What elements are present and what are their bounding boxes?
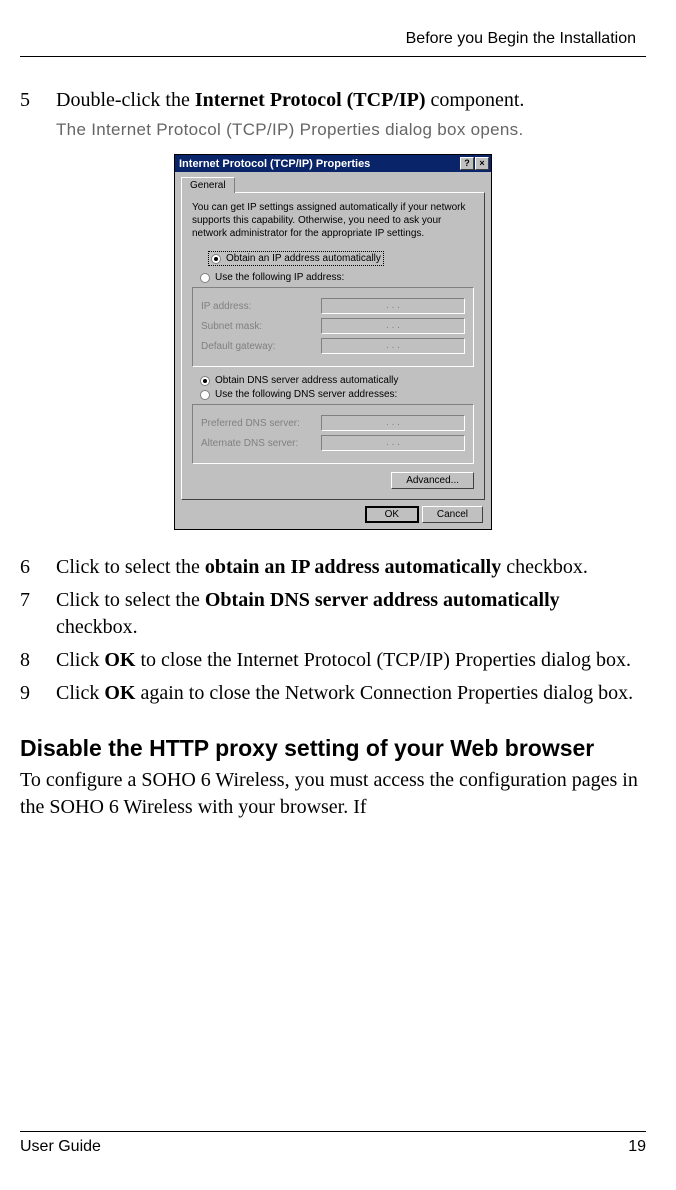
cancel-button[interactable]: Cancel <box>422 506 483 523</box>
step-text: Click to select the obtain an IP address… <box>56 554 646 581</box>
close-button[interactable]: × <box>475 157 489 170</box>
input-preferred-dns: . . . <box>321 415 465 431</box>
bold-term: Internet Protocol (TCP/IP) <box>195 89 426 111</box>
step-number: 9 <box>20 680 56 707</box>
page-header: Before you Begin the Installation <box>20 30 646 56</box>
input-ip-address: . . . <box>321 298 465 314</box>
step-number: 6 <box>20 554 56 581</box>
text: Click <box>56 649 104 671</box>
step-text: Click to select the Obtain DNS server ad… <box>56 587 646 641</box>
label-default-gateway: Default gateway: <box>201 341 321 352</box>
radio-icon <box>200 273 210 283</box>
radio-icon <box>200 390 210 400</box>
radio-use-following-dns[interactable]: Use the following DNS server addresses: <box>200 389 474 400</box>
dialog-figure: Internet Protocol (TCP/IP) Properties ? … <box>20 154 646 530</box>
tcpip-properties-dialog: Internet Protocol (TCP/IP) Properties ? … <box>174 154 492 530</box>
help-button[interactable]: ? <box>460 157 474 170</box>
step-9: 9 Click OK again to close the Network Co… <box>20 680 646 707</box>
text: component. <box>426 89 525 111</box>
footer-page-number: 19 <box>628 1138 646 1156</box>
text: Double-click the <box>56 89 195 111</box>
ok-button[interactable]: OK <box>365 506 419 523</box>
radio-label: Use the following DNS server addresses: <box>215 389 397 400</box>
step-6: 6 Click to select the obtain an IP addre… <box>20 554 646 581</box>
radio-obtain-ip-auto[interactable]: Obtain an IP address automatically <box>208 251 384 266</box>
radio-use-following-ip[interactable]: Use the following IP address: <box>200 272 474 283</box>
dns-group: Preferred DNS server: . . . Alternate DN… <box>192 404 474 464</box>
dialog-titlebar: Internet Protocol (TCP/IP) Properties ? … <box>175 155 491 172</box>
bold-term: obtain an IP address automatically <box>205 556 501 578</box>
step-number: 8 <box>20 647 56 674</box>
input-alternate-dns: . . . <box>321 435 465 451</box>
step-number: 5 <box>20 87 56 114</box>
step-7: 7 Click to select the Obtain DNS server … <box>20 587 646 641</box>
step-text: Double-click the Internet Protocol (TCP/… <box>56 87 646 114</box>
page-footer: User Guide 19 <box>20 1131 646 1156</box>
step-number: 7 <box>20 587 56 641</box>
text: checkbox. <box>56 616 138 638</box>
dialog-title: Internet Protocol (TCP/IP) Properties <box>179 158 459 170</box>
step-text: Click OK to close the Internet Protocol … <box>56 647 646 674</box>
radio-label: Obtain DNS server address automatically <box>215 375 398 386</box>
text: Click to select the <box>56 589 205 611</box>
radio-icon <box>200 376 210 386</box>
text: again to close the Network Connection Pr… <box>135 682 633 704</box>
radio-obtain-dns-auto[interactable]: Obtain DNS server address automatically <box>200 375 474 386</box>
step-5-note: The Internet Protocol (TCP/IP) Propertie… <box>56 120 646 140</box>
text: to close the Internet Protocol (TCP/IP) … <box>135 649 630 671</box>
label-ip-address: IP address: <box>201 301 321 312</box>
text: checkbox. <box>501 556 588 578</box>
bold-term: OK <box>104 682 135 704</box>
step-8: 8 Click OK to close the Internet Protoco… <box>20 647 646 674</box>
radio-label: Use the following IP address: <box>215 272 344 283</box>
label-subnet-mask: Subnet mask: <box>201 321 321 332</box>
advanced-button[interactable]: Advanced... <box>391 472 474 489</box>
text: Click to select the <box>56 556 205 578</box>
header-rule <box>20 56 646 57</box>
radio-label: Obtain an IP address automatically <box>226 253 381 264</box>
step-text: Click OK again to close the Network Conn… <box>56 680 646 707</box>
footer-left: User Guide <box>20 1138 101 1156</box>
radio-icon <box>211 254 221 264</box>
intro-text: You can get IP settings assigned automat… <box>192 201 474 240</box>
general-panel: You can get IP settings assigned automat… <box>181 192 485 500</box>
tab-general[interactable]: General <box>181 177 235 193</box>
footer-rule <box>20 1131 646 1132</box>
section-heading: Disable the HTTP proxy setting of your W… <box>20 735 646 761</box>
text: Click <box>56 682 104 704</box>
bold-term: OK <box>104 649 135 671</box>
bold-term: Obtain DNS server address automatically <box>205 589 560 611</box>
step-5: 5 Double-click the Internet Protocol (TC… <box>20 87 646 114</box>
input-subnet-mask: . . . <box>321 318 465 334</box>
input-default-gateway: . . . <box>321 338 465 354</box>
label-alternate-dns: Alternate DNS server: <box>201 438 321 449</box>
label-preferred-dns: Preferred DNS server: <box>201 418 321 429</box>
body-paragraph: To configure a SOHO 6 Wireless, you must… <box>20 767 646 821</box>
ip-group: IP address: . . . Subnet mask: . . . Def… <box>192 287 474 367</box>
